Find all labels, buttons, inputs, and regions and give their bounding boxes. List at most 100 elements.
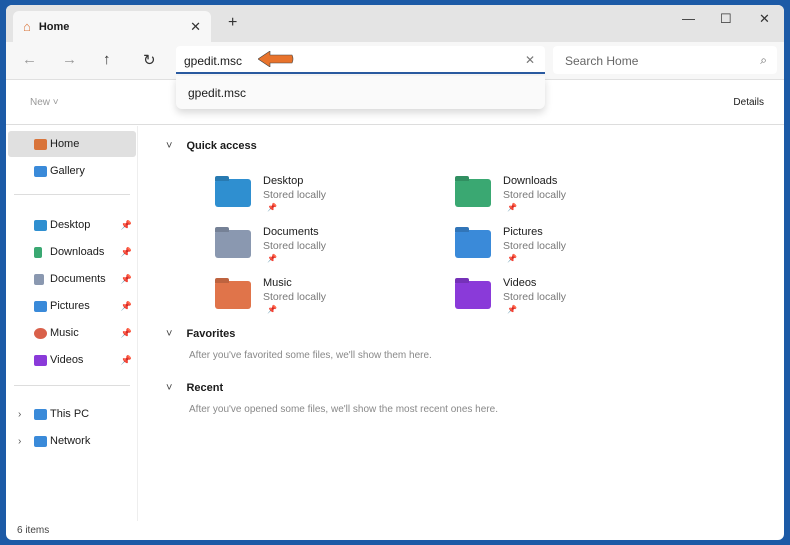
close-window-button[interactable]: ✕ — [759, 11, 770, 27]
tab-home[interactable]: ⌂ Home ✕ — [13, 11, 211, 42]
pin-icon: 📌 — [507, 305, 517, 314]
pc-icon — [34, 408, 47, 420]
address-value: gpedit.msc — [184, 54, 243, 68]
pin-icon: 📌 — [507, 254, 517, 263]
section-quick-access[interactable]: ˅ Quick access — [166, 140, 257, 152]
back-button[interactable]: ← — [22, 51, 37, 68]
details-button[interactable]: Details — [733, 97, 764, 108]
clear-address-button[interactable]: ✕ — [525, 53, 535, 67]
chevron-down-icon: ˅ — [166, 382, 173, 394]
sidebar-item-gallery[interactable]: Gallery — [8, 159, 136, 183]
section-title: Favorites — [186, 328, 236, 340]
item-name: Downloads — [503, 175, 558, 187]
chevron-down-icon: ˅ — [166, 328, 173, 340]
downloads-folder-icon — [455, 179, 491, 207]
address-row: ← → ↑ ↻ gpedit.msc ✕ Search Home ⌕ — [6, 42, 784, 80]
status-item-count: 6 items — [17, 525, 50, 536]
address-suggestion[interactable]: gpedit.msc — [176, 76, 545, 109]
quick-access-item-desktop[interactable]: Desktop Stored locally 📌 — [215, 175, 435, 219]
label: Videos — [50, 354, 84, 366]
videos-icon — [34, 354, 47, 366]
file-explorer-window: ⌂ Home ✕ + — ☐ ✕ ← → ↑ ↻ gpedit.msc ✕ Se… — [6, 5, 784, 540]
label: Desktop — [50, 219, 91, 231]
gallery-icon — [34, 165, 47, 177]
item-name: Music — [263, 277, 292, 289]
chevron-right-icon[interactable]: › — [18, 409, 21, 420]
label: This PC — [50, 408, 90, 420]
refresh-button[interactable]: ↻ — [143, 51, 156, 69]
documents-folder-icon — [215, 230, 251, 258]
sidebar-item-home[interactable]: Home — [8, 131, 136, 157]
item-name: Documents — [263, 226, 319, 238]
chevron-right-icon[interactable]: › — [18, 436, 21, 447]
label: Music — [50, 327, 79, 339]
section-favorites[interactable]: ˅ Favorites — [166, 328, 235, 340]
sidebar-item-music[interactable]: Music 📌 — [8, 321, 136, 345]
pin-icon: 📌 — [267, 203, 277, 212]
pin-icon: 📌 — [120, 246, 132, 257]
label: Home — [50, 138, 80, 150]
documents-icon — [34, 273, 44, 285]
favorites-empty-text: After you've favorited some files, we'll… — [189, 350, 432, 361]
pin-icon: 📌 — [267, 305, 277, 314]
chevron-down-icon: ˅ — [166, 140, 173, 152]
sidebar-item-network[interactable]: › Network — [8, 429, 136, 453]
network-icon — [34, 435, 47, 447]
item-name: Desktop — [263, 175, 304, 187]
forward-button[interactable]: → — [62, 51, 77, 68]
address-input[interactable]: gpedit.msc ✕ — [176, 46, 545, 74]
suggestion-text: gpedit.msc — [188, 86, 247, 100]
search-placeholder: Search Home — [565, 54, 639, 68]
videos-folder-icon — [455, 281, 491, 309]
sidebar-item-desktop[interactable]: Desktop 📌 — [8, 213, 136, 237]
pin-icon: 📌 — [267, 254, 277, 263]
minimize-button[interactable]: — — [682, 11, 695, 26]
tab-bar: ⌂ Home ✕ + — ☐ ✕ — [6, 5, 784, 42]
quick-access-item-documents[interactable]: Documents Stored locally 📌 — [215, 226, 435, 270]
sidebar-item-videos[interactable]: Videos 📌 — [8, 348, 136, 372]
recent-empty-text: After you've opened some files, we'll sh… — [189, 404, 498, 415]
pictures-folder-icon — [455, 230, 491, 258]
label: Network — [50, 435, 91, 447]
quick-access-item-pictures[interactable]: Pictures Stored locally 📌 — [455, 226, 675, 270]
sidebar-item-pictures[interactable]: Pictures 📌 — [8, 294, 136, 318]
item-status: Stored locally — [263, 240, 327, 252]
quick-access-item-downloads[interactable]: Downloads Stored locally 📌 — [455, 175, 675, 219]
sidebar-item-this-pc[interactable]: › This PC — [8, 402, 136, 426]
new-tab-button[interactable]: + — [228, 14, 237, 32]
close-tab-button[interactable]: ✕ — [190, 19, 201, 35]
quick-access-item-videos[interactable]: Videos Stored locally 📌 — [455, 277, 675, 321]
search-icon: ⌕ — [760, 53, 767, 67]
tab-title: Home — [38, 20, 70, 33]
item-status: Stored locally — [503, 189, 567, 201]
desktop-folder-icon — [215, 179, 251, 207]
pin-icon: 📌 — [507, 203, 517, 212]
new-button[interactable]: New ˅ — [30, 97, 59, 108]
orange-arrow-annotation — [258, 51, 294, 67]
search-input[interactable]: Search Home ⌕ — [553, 46, 777, 74]
pin-icon: 📌 — [120, 354, 132, 365]
divider — [14, 385, 130, 386]
item-name: Videos — [503, 277, 537, 289]
pin-icon: 📌 — [120, 273, 132, 284]
item-status: Stored locally — [503, 291, 567, 303]
sidebar-item-downloads[interactable]: Downloads 📌 — [8, 240, 136, 264]
home-icon — [34, 138, 47, 150]
label: Documents — [50, 273, 106, 285]
sidebar-item-documents[interactable]: Documents 📌 — [8, 267, 136, 291]
quick-access-item-music[interactable]: Music Stored locally 📌 — [215, 277, 435, 321]
item-status: Stored locally — [263, 189, 327, 201]
maximize-button[interactable]: ☐ — [720, 11, 732, 27]
home-icon: ⌂ — [23, 19, 31, 34]
item-status: Stored locally — [503, 240, 567, 252]
item-name: Pictures — [503, 226, 543, 238]
music-icon — [34, 327, 47, 339]
up-button[interactable]: ↑ — [103, 51, 111, 68]
divider — [14, 194, 130, 195]
pictures-icon — [34, 300, 47, 312]
navigation-pane: Home Gallery Desktop 📌 Downloads 📌 Documen… — [6, 126, 138, 521]
section-recent[interactable]: ˅ Recent — [166, 382, 223, 394]
desktop-icon — [34, 219, 47, 231]
music-folder-icon — [215, 281, 251, 309]
pin-icon: 📌 — [120, 327, 132, 338]
